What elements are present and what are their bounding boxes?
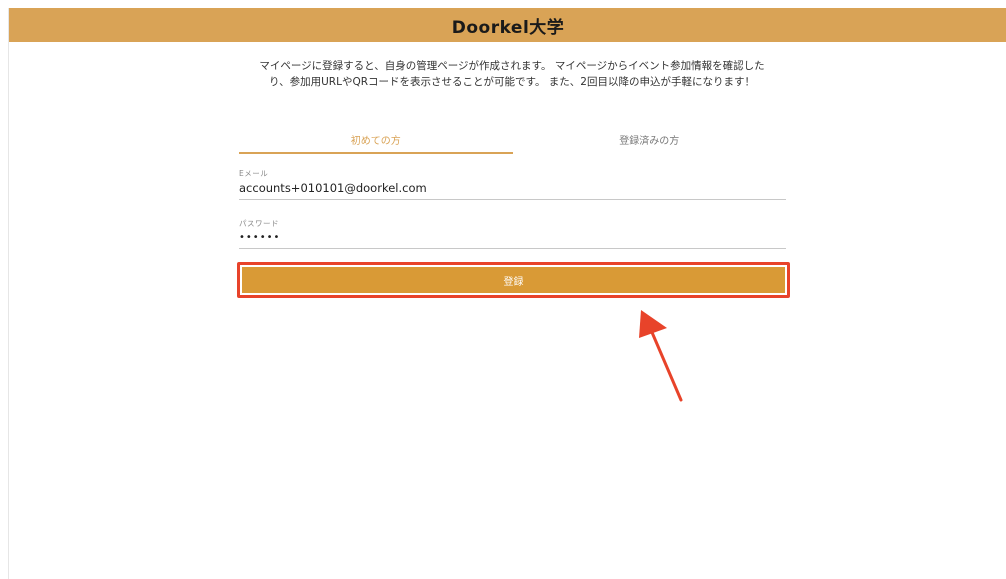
- page-frame: Doorkel大学 マイページに登録すると、自身の管理ページが作成されます。 マ…: [8, 8, 1006, 579]
- site-header: Doorkel大学: [9, 8, 1006, 42]
- register-button[interactable]: 登録: [242, 267, 785, 293]
- intro-line-1: マイページに登録すると、自身の管理ページが作成されます。 マイページからイベント…: [259, 60, 765, 72]
- register-highlight: 登録: [237, 262, 790, 298]
- email-field[interactable]: Eメール accounts+010101@doorkel.com: [239, 168, 786, 200]
- password-label: パスワード: [239, 219, 279, 228]
- intro-line-2: り、参加用URLやQRコードを表示させることが可能です。 また、2回目以降の申込…: [269, 76, 755, 88]
- email-label: Eメール: [239, 169, 269, 178]
- intro-text: マイページに登録すると、自身の管理ページが作成されます。 マイページからイベント…: [237, 58, 787, 90]
- site-title: Doorkel大学: [451, 17, 565, 38]
- password-input[interactable]: ••••••: [239, 232, 786, 243]
- email-input[interactable]: accounts+010101@doorkel.com: [239, 181, 786, 199]
- password-field[interactable]: パスワード ••••••: [239, 218, 786, 249]
- tab-first-time[interactable]: 初めての方: [239, 128, 513, 154]
- tab-registered[interactable]: 登録済みの方: [513, 128, 787, 154]
- red-arrow-icon: [639, 310, 683, 402]
- auth-tabs: 初めての方 登録済みの方: [239, 128, 786, 154]
